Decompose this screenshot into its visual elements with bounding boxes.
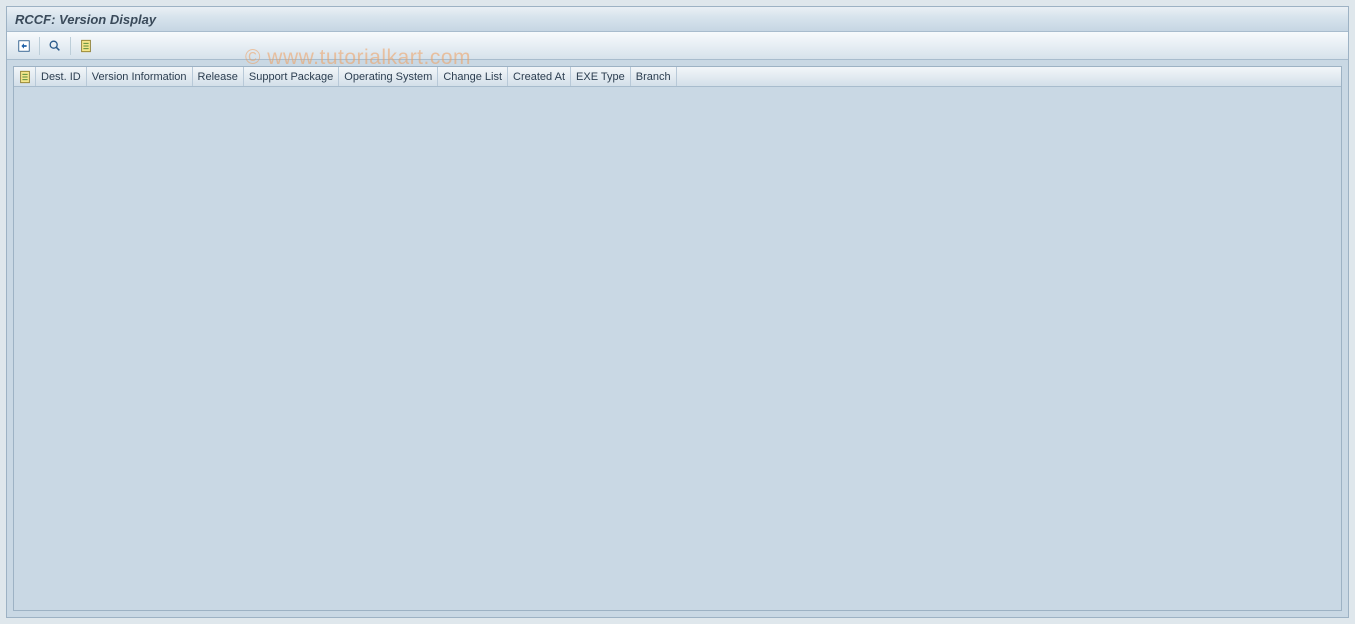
column-header-release[interactable]: Release — [193, 67, 244, 86]
column-header-branch[interactable]: Branch — [631, 67, 677, 86]
toolbar-separator — [70, 37, 71, 55]
column-header-dest-id[interactable]: Dest. ID — [36, 67, 87, 86]
app-window: RCCF: Version Display — [6, 6, 1349, 618]
table-panel: Dest. ID Version Information Release Sup… — [13, 66, 1342, 611]
window-title: RCCF: Version Display — [15, 12, 156, 27]
selector-document-icon — [18, 70, 32, 84]
column-header-support-package[interactable]: Support Package — [244, 67, 339, 86]
title-bar: RCCF: Version Display — [7, 7, 1348, 32]
content-area: Dest. ID Version Information Release Sup… — [7, 60, 1348, 617]
search-button[interactable] — [44, 36, 66, 56]
column-header-created-at[interactable]: Created At — [508, 67, 571, 86]
column-header-version-information[interactable]: Version Information — [87, 67, 193, 86]
magnifier-icon — [48, 39, 62, 53]
refresh-arrow-icon — [17, 39, 31, 53]
report-document-icon — [79, 39, 93, 53]
column-header-operating-system[interactable]: Operating System — [339, 67, 438, 86]
column-header-change-list[interactable]: Change List — [438, 67, 508, 86]
toolbar-separator — [39, 37, 40, 55]
refresh-button[interactable] — [13, 36, 35, 56]
toolbar — [7, 32, 1348, 60]
table-select-all-button[interactable] — [14, 67, 36, 86]
column-header-exe-type[interactable]: EXE Type — [571, 67, 631, 86]
report-button[interactable] — [75, 36, 97, 56]
table-header-row: Dest. ID Version Information Release Sup… — [14, 67, 1341, 87]
